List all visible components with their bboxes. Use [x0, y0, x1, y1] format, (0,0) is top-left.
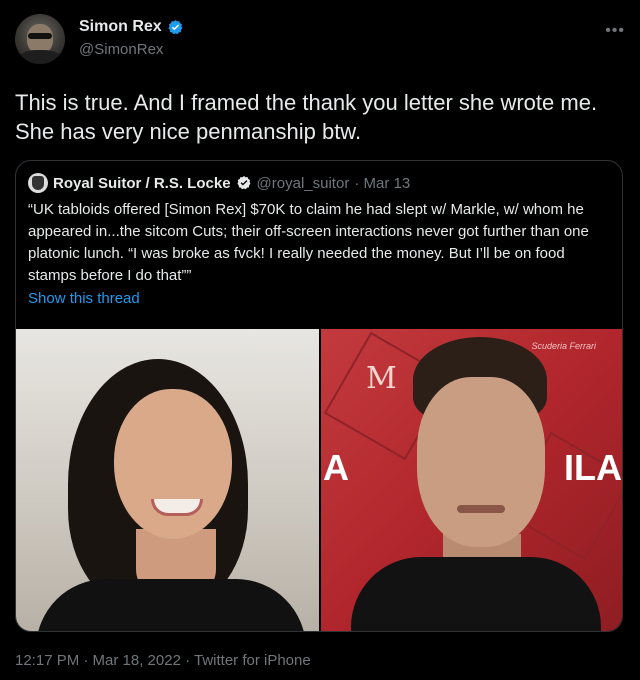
tweet-header: Simon Rex @SimonRex •••	[15, 14, 625, 70]
avatar-shirt	[19, 50, 61, 64]
tweet-text: This is true. And I framed the thank you…	[15, 90, 598, 144]
quoted-author-avatar[interactable]	[28, 173, 48, 193]
quoted-photo-right[interactable]: M A ILA Scuderia Ferrari	[321, 329, 622, 631]
verified-badge-icon	[236, 176, 251, 190]
more-horizontal-icon[interactable]: •••	[605, 22, 625, 40]
tweet-timestamp[interactable]: 12:17 PM · Mar 18, 2022 · Twitter for iP…	[15, 652, 311, 669]
quoted-tweet-text: “UK tabloids offered [Simon Rex] $70K to…	[28, 201, 589, 284]
photo-face-shape	[114, 389, 232, 539]
backdrop-letter-a: A	[323, 447, 349, 488]
quoted-tweet-date: · Mar 13	[354, 174, 411, 192]
quoted-tweet-header: Royal Suitor / R.S. Locke @royal_suitor …	[28, 173, 410, 193]
photo-dress-shape	[36, 579, 306, 631]
author-name-row[interactable]: Simon Rex	[79, 18, 184, 36]
backdrop-sponsor-text: Scuderia Ferrari	[531, 341, 596, 351]
author-avatar[interactable]	[15, 14, 65, 64]
photo-mouth-shape	[457, 505, 505, 513]
backdrop-letter-m: M	[366, 361, 397, 396]
verified-badge-icon	[168, 19, 183, 34]
backdrop-letters-ila: ILA	[564, 447, 622, 488]
avatar-sunglasses	[28, 33, 52, 39]
author-display-name[interactable]: Simon Rex	[79, 18, 162, 36]
show-thread-link[interactable]: Show this thread	[28, 290, 140, 307]
photo-jacket-shape	[351, 557, 601, 631]
quoted-author-handle[interactable]: @royal_suitor	[257, 175, 350, 192]
quoted-photo-left[interactable]	[16, 329, 319, 631]
quoted-author-name[interactable]: Royal Suitor / R.S. Locke	[53, 175, 231, 192]
author-handle[interactable]: @SimonRex	[79, 41, 163, 58]
photo-face-shape	[417, 377, 545, 547]
quoted-tweet-card[interactable]: Royal Suitor / R.S. Locke @royal_suitor …	[15, 160, 623, 632]
